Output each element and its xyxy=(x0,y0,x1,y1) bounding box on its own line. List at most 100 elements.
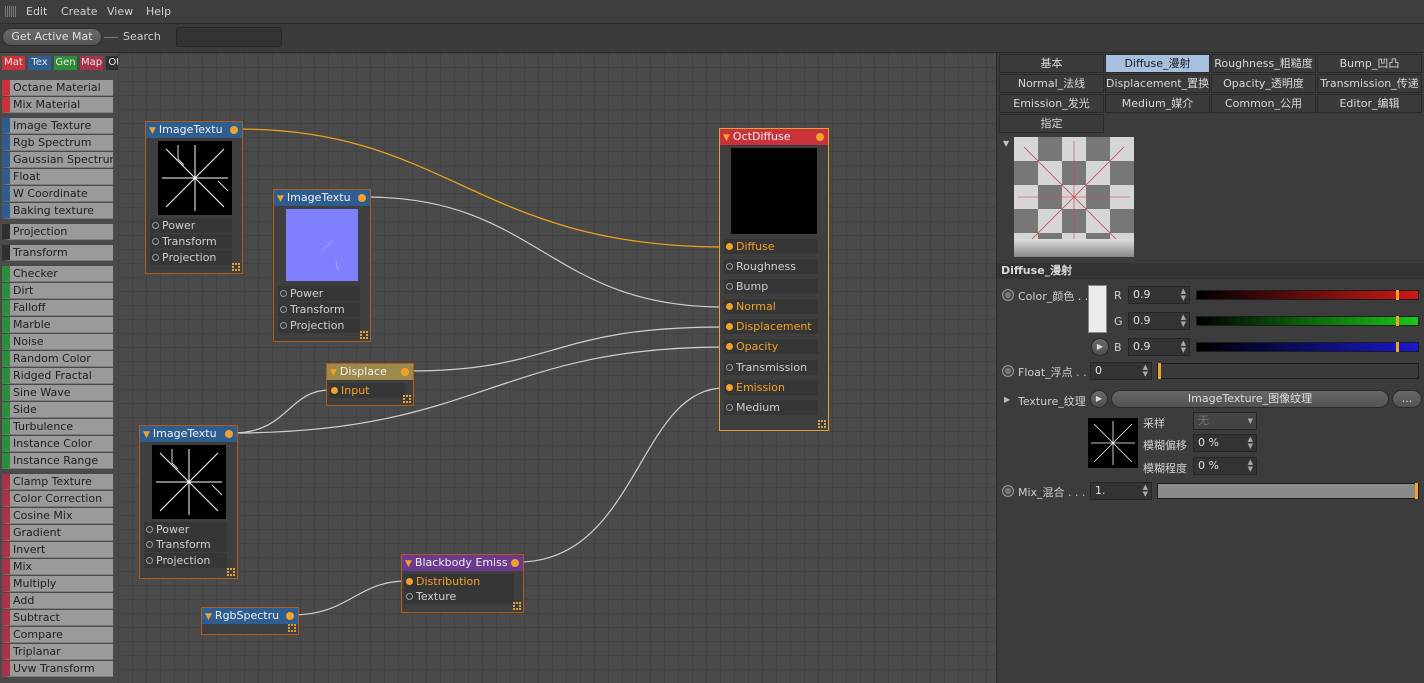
attribute-tab[interactable]: Normal_法线 xyxy=(999,74,1104,93)
attribute-tab[interactable]: Editor_编辑 xyxy=(1317,94,1422,113)
node-list-item[interactable]: Checker xyxy=(2,266,113,282)
output-pin[interactable] xyxy=(225,430,233,438)
input-pin[interactable] xyxy=(726,343,733,350)
input-pin[interactable] xyxy=(152,254,159,261)
node-list-item[interactable]: Side xyxy=(2,402,113,418)
node-list-item[interactable]: Instance Color xyxy=(2,436,113,452)
input-pin[interactable] xyxy=(146,557,153,564)
input-pin[interactable] xyxy=(146,541,153,548)
attribute-tab[interactable]: 指定 xyxy=(999,114,1104,133)
float-field[interactable]: 0 ▲ ▼ xyxy=(1090,362,1152,380)
resize-handle-icon[interactable] xyxy=(232,263,240,271)
attribute-tab[interactable]: 基本 xyxy=(999,54,1104,73)
node-list-item[interactable]: Ridged Fractal xyxy=(2,368,113,384)
node-list-item[interactable]: Mix Material xyxy=(2,97,113,113)
node-list-item[interactable]: Cosine Mix xyxy=(2,508,113,524)
node-header[interactable]: ▼ Blackbody Emiss xyxy=(402,555,523,571)
node-list-item[interactable]: W Coordinate xyxy=(2,186,113,202)
category-tab-map[interactable]: Map xyxy=(80,56,103,70)
input-pin[interactable] xyxy=(726,384,733,391)
attribute-tab[interactable]: Opacity_透明度 xyxy=(1211,74,1316,93)
collapse-triangle-icon[interactable]: ▼ xyxy=(330,368,337,378)
mix-animate-radio[interactable] xyxy=(1002,485,1014,497)
input-pin[interactable] xyxy=(726,263,733,270)
blur-offset-field[interactable]: 0 % ▲ ▼ xyxy=(1193,434,1257,452)
channel-r-slider[interactable] xyxy=(1196,290,1419,300)
node-list-item[interactable]: Gaussian Spectrum xyxy=(2,152,113,168)
attribute-tab[interactable]: Roughness_粗糙度 xyxy=(1211,54,1316,73)
slider-knob[interactable] xyxy=(1395,342,1399,352)
blur-scale-field[interactable]: 0 % ▲ ▼ xyxy=(1193,457,1257,475)
category-tab-mat[interactable]: Mat xyxy=(2,56,25,70)
resize-handle-icon[interactable] xyxy=(513,602,521,610)
get-active-mat-button[interactable]: Get Active Mat xyxy=(2,28,102,46)
port-power[interactable]: Power xyxy=(278,286,360,301)
search-input[interactable] xyxy=(176,27,282,47)
port-diffuse[interactable]: Diffuse xyxy=(724,239,818,254)
node-list-item[interactable]: Invert xyxy=(2,542,113,558)
slider-knob[interactable] xyxy=(1395,316,1399,326)
node-list-item[interactable]: Clamp Texture xyxy=(2,474,113,490)
spinner-icon[interactable]: ▲ ▼ xyxy=(1248,459,1253,473)
output-pin[interactable] xyxy=(358,194,366,202)
node-image-texture-1[interactable]: ▼ ImageTextu Power Transform Projection xyxy=(145,121,243,274)
port-opacity[interactable]: Opacity xyxy=(724,339,818,354)
channel-r-field[interactable]: 0.9 ▲ ▼ xyxy=(1128,286,1190,304)
port-displacement[interactable]: Displacement xyxy=(724,319,818,334)
category-tab-gen[interactable]: Gen xyxy=(54,56,77,70)
input-pin[interactable] xyxy=(726,323,733,330)
collapse-triangle-icon[interactable]: ▼ xyxy=(723,133,730,143)
collapse-triangle-icon[interactable]: ▼ xyxy=(405,559,412,569)
input-pin[interactable] xyxy=(726,243,733,250)
float-animate-radio[interactable] xyxy=(1002,365,1014,377)
resize-handle-icon[interactable] xyxy=(818,420,826,428)
input-pin[interactable] xyxy=(726,404,733,411)
color-swatch[interactable] xyxy=(1088,285,1107,333)
node-displace[interactable]: ▼ Displace Input xyxy=(326,363,414,406)
node-header[interactable]: ▼ ImageTextu xyxy=(274,190,370,206)
collapse-triangle-icon[interactable]: ▼ xyxy=(143,430,150,440)
port-transform[interactable]: Transform xyxy=(150,234,232,249)
port-projection[interactable]: Projection xyxy=(144,553,227,568)
node-list-item[interactable]: Projection xyxy=(2,224,113,240)
attribute-tab[interactable]: Diffuse_漫射 xyxy=(1105,54,1210,73)
node-list-item[interactable]: Noise xyxy=(2,334,113,350)
spinner-icon[interactable]: ▲ ▼ xyxy=(1143,364,1148,378)
port-transmission[interactable]: Transmission xyxy=(724,360,818,375)
spinner-icon[interactable]: ▲ ▼ xyxy=(1181,314,1186,328)
port-transform[interactable]: Transform xyxy=(144,537,227,552)
node-oct-diffuse[interactable]: ▼ OctDiffuse Diffuse Roughness Bump Norma… xyxy=(719,128,829,431)
output-pin[interactable] xyxy=(230,126,238,134)
port-power[interactable]: Power xyxy=(144,522,227,537)
node-list-item[interactable]: Dirt xyxy=(2,283,113,299)
color-animate-radio[interactable] xyxy=(1002,289,1014,301)
collapse-triangle-icon[interactable]: ▼ xyxy=(277,194,284,204)
port-emission[interactable]: Emission xyxy=(724,380,818,395)
node-list-item[interactable]: Turbulence xyxy=(2,419,113,435)
attribute-tab[interactable]: Displacement_置换 xyxy=(1105,74,1210,93)
output-pin[interactable] xyxy=(816,133,824,141)
node-list-item[interactable]: Gradient xyxy=(2,525,113,541)
node-list-item[interactable]: Falloff xyxy=(2,300,113,316)
color-expand-button[interactable]: ▶ xyxy=(1091,338,1109,356)
port-normal[interactable]: Normal xyxy=(724,299,818,314)
port-distribution[interactable]: Distribution xyxy=(404,574,514,589)
node-list-item[interactable]: Random Color xyxy=(2,351,113,367)
node-list-item[interactable]: Marble xyxy=(2,317,113,333)
port-medium[interactable]: Medium xyxy=(724,400,818,415)
node-rgb-spectrum[interactable]: ▼ RgbSpectru xyxy=(201,607,299,635)
spinner-icon[interactable]: ▲ ▼ xyxy=(1181,340,1186,354)
expand-triangle-icon[interactable]: ▶ xyxy=(1004,395,1010,404)
node-list-item[interactable]: Multiply xyxy=(2,576,113,592)
node-header[interactable]: ▼ Displace xyxy=(327,364,413,380)
input-pin[interactable] xyxy=(726,283,733,290)
resize-handle-icon[interactable] xyxy=(227,568,235,576)
output-pin[interactable] xyxy=(511,559,519,567)
input-pin[interactable] xyxy=(146,526,153,533)
output-pin[interactable] xyxy=(401,368,409,376)
node-image-texture-3[interactable]: ▼ ImageTextu Power Transform Projection xyxy=(139,425,238,579)
slider-knob[interactable] xyxy=(1395,290,1399,300)
input-pin[interactable] xyxy=(406,593,413,600)
node-graph-canvas[interactable]: ▼ ImageTextu Power Transform Projection ▼… xyxy=(118,53,996,683)
texture-shader-button[interactable]: ImageTexture_图像纹理 xyxy=(1111,390,1389,408)
